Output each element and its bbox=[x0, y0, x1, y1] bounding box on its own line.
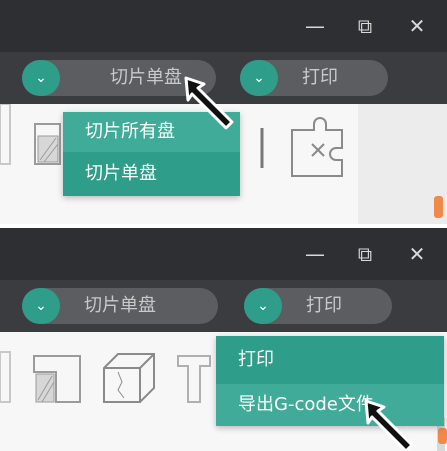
toolbar: ⌄ 切片单盘 ⌄ 打印 bbox=[0, 280, 447, 332]
title-bar: — ⧉ ✕ bbox=[0, 0, 447, 52]
slice-plate-dropdown[interactable]: ⌄ 切片单盘 bbox=[22, 288, 218, 324]
print-button-label: 打印 bbox=[302, 67, 338, 88]
screenshot-panel-2: — ⧉ ✕ ⌄ 切片单盘 ⌄ 打印 打印 导出G-code文件 bbox=[0, 228, 447, 451]
chevron-down-icon[interactable]: ⌄ bbox=[22, 60, 60, 96]
maximize-button[interactable]: ⧉ bbox=[350, 12, 380, 40]
menu-item-slice-single-plate[interactable]: 切片单盘 bbox=[63, 154, 240, 194]
title-bar: — ⧉ ✕ bbox=[0, 228, 447, 280]
arrow-cursor-icon bbox=[184, 76, 234, 130]
maximize-button[interactable]: ⧉ bbox=[350, 240, 380, 268]
print-button-label: 打印 bbox=[306, 295, 342, 316]
arrow-cursor-icon bbox=[364, 399, 414, 451]
slice-plate-button-label: 切片单盘 bbox=[84, 295, 156, 316]
close-button[interactable]: ✕ bbox=[402, 240, 432, 268]
close-button[interactable]: ✕ bbox=[402, 12, 432, 40]
chevron-down-icon[interactable]: ⌄ bbox=[22, 288, 60, 324]
menu-item-print[interactable]: 打印 bbox=[216, 340, 444, 380]
minimize-button[interactable]: — bbox=[300, 12, 330, 40]
slice-plate-button-label: 切片单盘 bbox=[110, 67, 182, 88]
print-dropdown[interactable]: ⌄ 打印 bbox=[244, 288, 392, 324]
minimize-button[interactable]: — bbox=[300, 240, 330, 268]
scrollbar-thumb[interactable] bbox=[438, 428, 447, 444]
screenshot-panel-1: — ⧉ ✕ ⌄ 切片单盘 ⌄ 打印 切片所有盘 切片单盘 bbox=[0, 0, 447, 224]
scrollbar-thumb[interactable] bbox=[434, 196, 443, 218]
print-dropdown[interactable]: ⌄ 打印 bbox=[240, 60, 388, 96]
chevron-down-icon[interactable]: ⌄ bbox=[244, 288, 282, 324]
